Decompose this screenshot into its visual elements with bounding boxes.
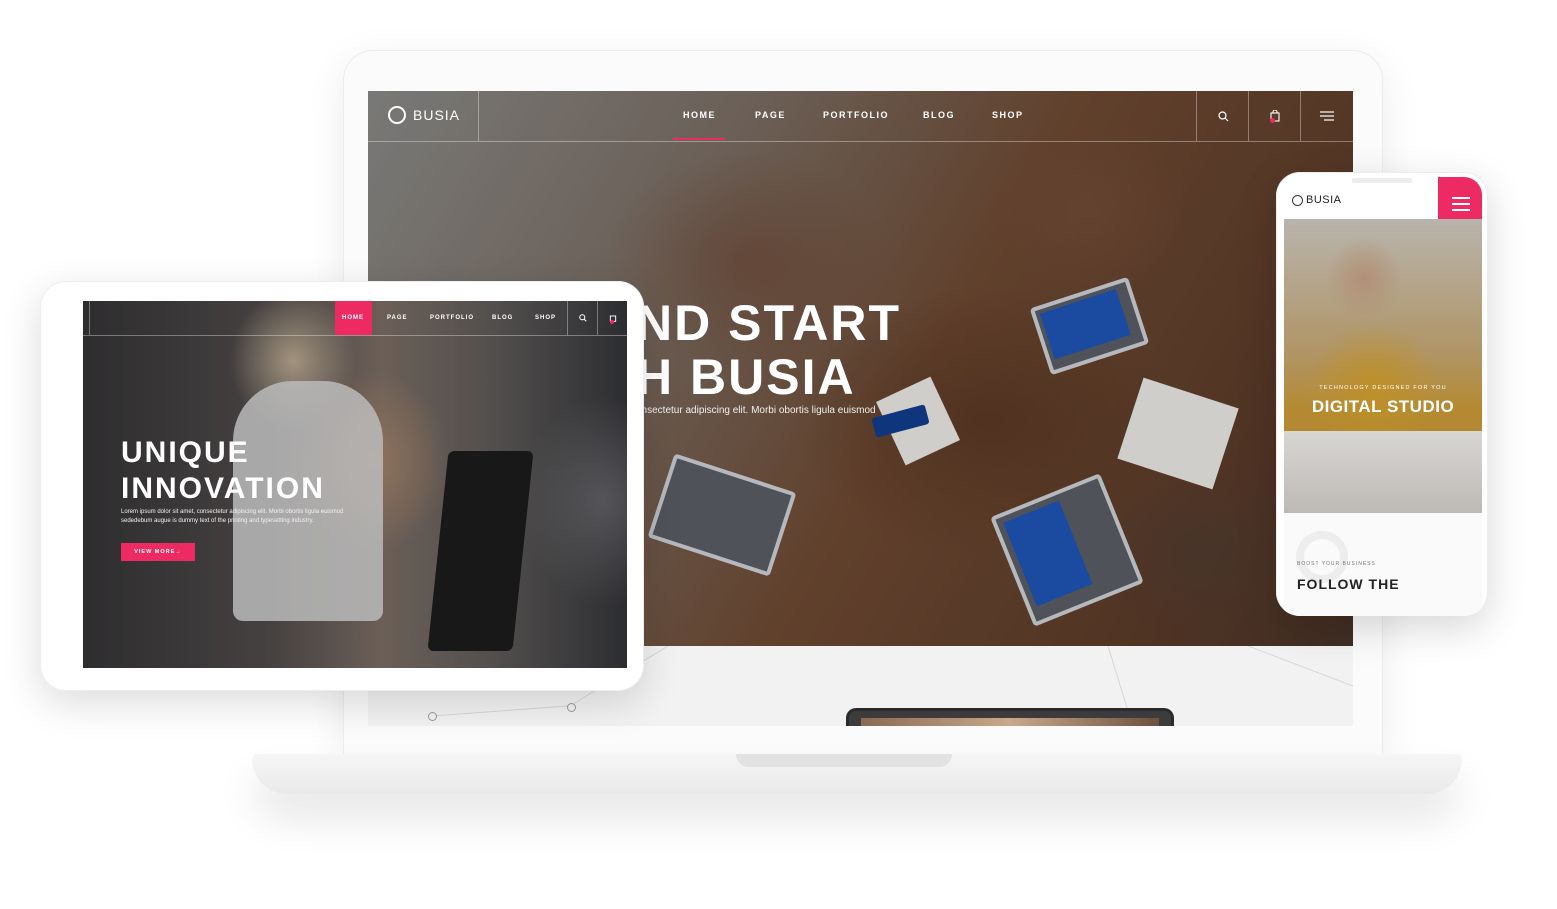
view-more-button[interactable]: VIEW MORE→ [121,543,195,561]
tablet-nav-page[interactable]: PAGE [387,315,408,321]
preview-device-screen [861,718,1159,726]
tablet-search-button[interactable] [567,301,598,335]
tablet-navbar: HOME PAGE PORTFOLIO BLOG SHOP [83,301,627,336]
hamburger-menu-icon [1320,111,1334,121]
laptop-logo[interactable]: BUSIA [368,91,479,141]
phone-hero-photo: TECHNOLOGY DESIGNED FOR YOU DIGITAL STUD… [1284,219,1482,513]
tablet-cart-button[interactable] [597,301,627,335]
nav-page[interactable]: PAGE [755,110,786,120]
laptop-navbar: BUSIA HOME PAGE PORTFOLIO BLOG SHOP [368,91,1353,142]
nav-portfolio[interactable]: PORTFOLIO [823,110,889,120]
network-node [567,703,576,712]
phone-menu-button[interactable] [1438,177,1482,219]
nav-active-indicator [673,138,725,140]
hamburger-menu-icon [1452,197,1470,199]
laptop-notch [736,754,952,767]
tablet-nav-shop[interactable]: SHOP [535,315,556,321]
phone-section-heading: FOLLOW THE [1297,576,1400,592]
hamburger-menu-icon-line [1452,203,1470,205]
nav-blog[interactable]: BLOG [923,110,955,120]
phone-speaker [1352,178,1412,183]
menu-button[interactable] [1300,91,1353,141]
tablet-frame: HOME PAGE PORTFOLIO BLOG SHOP UNIQUE INN… [40,281,644,691]
nav-shop[interactable]: SHOP [992,110,1024,120]
network-node [428,712,437,721]
tablet-nav-home[interactable]: HOME [342,315,364,321]
phone-frame: BUSIA TECHNOLOGY DESIGNED FOR YOU DIGITA… [1276,172,1488,616]
phone-section-kicker: BOOST YOUR BUSINESS [1297,561,1376,567]
hero-subtext: onsectetur adipiscing elit. Morbi oborti… [636,405,876,416]
nav-home[interactable]: HOME [683,110,716,120]
search-icon [579,314,587,322]
cart-button[interactable] [1248,91,1301,141]
phone-logo-text[interactable]: BUSIA [1306,194,1342,206]
cart-count-badge [1270,118,1275,123]
tablet-nav-divider [83,301,90,335]
logo-mark-icon [1292,195,1303,206]
phone-hero-title: DIGITAL STUDIO [1311,397,1455,416]
logo-text: BUSIA [413,107,461,123]
tablet-nav-portfolio[interactable]: PORTFOLIO [430,315,474,321]
cart-count-badge [610,320,614,324]
logo-mark-icon [388,106,406,124]
search-button[interactable] [1196,91,1249,141]
preview-device-thumbnail [846,708,1174,726]
search-icon [1217,110,1228,121]
tablet-hero-heading: UNIQUE INNOVATION [121,436,325,505]
tablet-nav-blog[interactable]: BLOG [492,315,513,321]
phone-photo-laptop [1284,431,1482,513]
phone-hero-tagline: TECHNOLOGY DESIGNED FOR YOU [1319,385,1447,391]
hero-heading: ND START H BUSIA [636,295,902,405]
hamburger-menu-icon-line [1452,209,1470,211]
tablet-hero-subtext: Lorem ipsum dolor sit amet, consectetur … [121,509,344,524]
phone-section: BOOST YOUR BUSINESS FOLLOW THE [1284,513,1482,616]
tablet-screen: HOME PAGE PORTFOLIO BLOG SHOP UNIQUE INN… [83,301,627,668]
